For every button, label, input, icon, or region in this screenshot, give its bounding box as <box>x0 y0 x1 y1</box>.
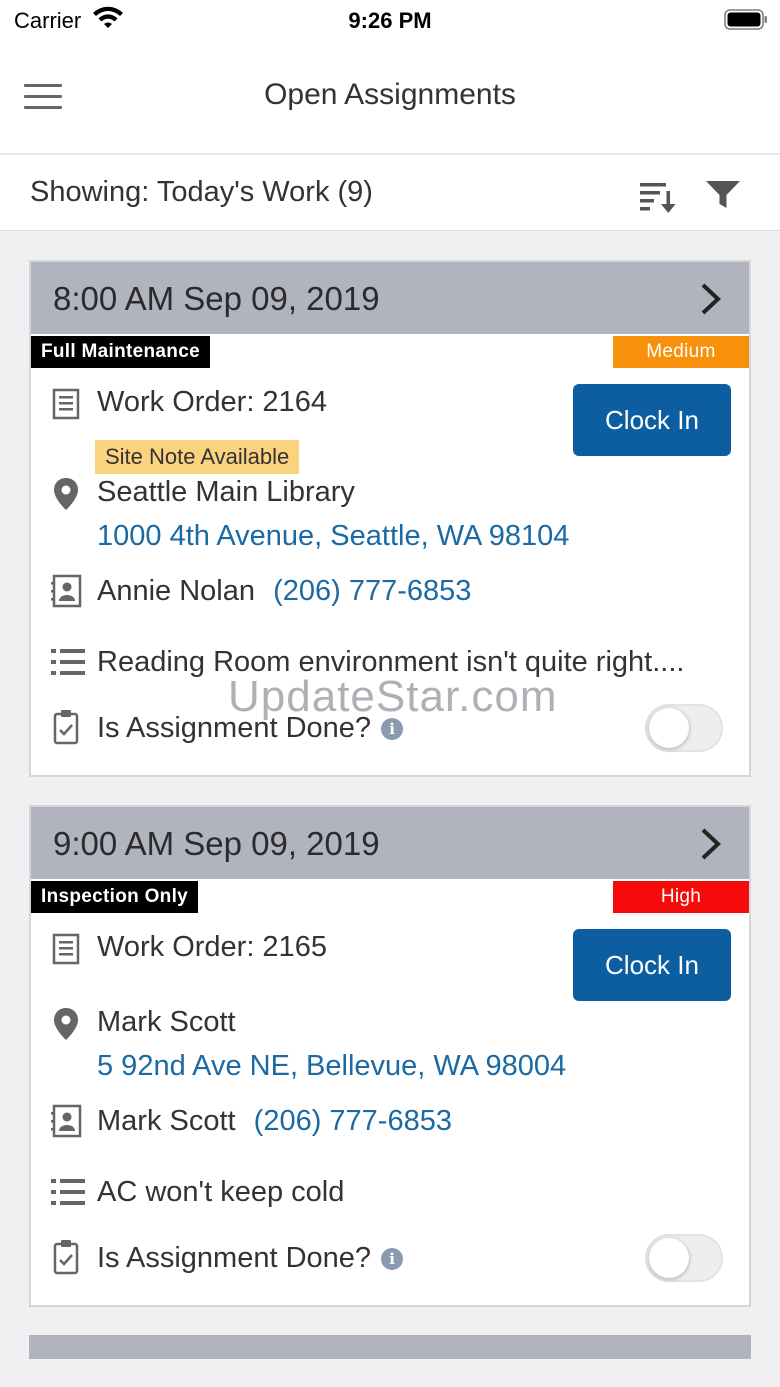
location-pin-icon <box>54 1008 78 1040</box>
priority-badge: High <box>613 881 749 913</box>
nav-bar: Open Assignments <box>0 40 780 154</box>
contact-name: Mark Scott <box>97 1105 236 1137</box>
watermark-text: UpdateStar.com <box>228 672 558 721</box>
sort-icon[interactable] <box>640 179 676 215</box>
assignment-header[interactable]: 8:00 AM Sep 09, 2019 <box>31 262 749 334</box>
assignment-datetime: 9:00 AM Sep 09, 2019 <box>53 825 380 862</box>
clipboard-check-icon <box>53 710 79 745</box>
chevron-right-icon[interactable] <box>699 282 723 316</box>
done-row: Is Assignment Done? i <box>97 1242 404 1275</box>
page-title: Open Assignments <box>264 78 516 111</box>
filter-bar: Showing: Today's Work (9) <box>0 155 780 231</box>
assignment-type-badge: Full Maintenance <box>31 336 210 368</box>
assignment-type-badge: Inspection Only <box>31 881 199 913</box>
contact-phone-link[interactable]: (206) 777-6853 <box>254 1105 452 1137</box>
status-bar: Carrier 9:26 PM <box>0 0 780 40</box>
work-order-icon <box>52 388 80 420</box>
site-note-badge[interactable]: Site Note Available <box>95 440 300 474</box>
showing-label: Showing: Today's Work (9) <box>30 176 373 208</box>
work-order-icon <box>52 933 80 965</box>
done-label: Is Assignment Done? <box>97 1242 372 1274</box>
contact-phone-link[interactable]: (206) 777-6853 <box>273 575 471 607</box>
address-link[interactable]: 5 92nd Ave NE, Bellevue, WA 98004 <box>97 1050 566 1083</box>
assignment-datetime: 8:00 AM Sep 09, 2019 <box>53 280 380 317</box>
filter-icon[interactable] <box>705 179 741 211</box>
chevron-right-icon[interactable] <box>699 827 723 861</box>
location-name: Seattle Main Library <box>97 476 355 508</box>
clock-in-button[interactable]: Clock In <box>573 384 731 456</box>
info-icon[interactable]: i <box>381 1248 404 1270</box>
contact-row: Annie Nolan (206) 777-6853 <box>97 575 471 608</box>
address-link[interactable]: 1000 4th Avenue, Seattle, WA 98104 <box>97 520 569 553</box>
contact-card-icon <box>51 1104 82 1138</box>
work-order-label: Work Order: 2164 <box>97 386 327 418</box>
battery-icon <box>724 9 767 30</box>
contact-name: Annie Nolan <box>97 575 255 607</box>
contact-card-icon <box>51 574 82 608</box>
assignment-header[interactable]: 9:00 AM Sep 09, 2019 <box>31 807 749 879</box>
clock-time: 9:26 PM <box>348 8 432 33</box>
work-order-label: Work Order: 2165 <box>97 931 327 963</box>
done-toggle[interactable] <box>645 704 723 752</box>
description-text: AC won't keep cold <box>97 1176 345 1208</box>
list-icon <box>51 1179 85 1205</box>
location-name: Mark Scott <box>97 1006 236 1038</box>
done-toggle[interactable] <box>645 1234 723 1282</box>
next-assignment-header[interactable] <box>29 1335 751 1359</box>
priority-badge: Medium <box>613 336 749 368</box>
clock-in-button[interactable]: Clock In <box>573 929 731 1001</box>
contact-row: Mark Scott (206) 777-6853 <box>97 1105 452 1138</box>
assignment-card[interactable]: 9:00 AM Sep 09, 2019 Inspection Only Hig… <box>29 805 751 1307</box>
clipboard-check-icon <box>53 1240 79 1275</box>
list-icon <box>51 649 85 675</box>
location-pin-icon <box>54 478 78 510</box>
